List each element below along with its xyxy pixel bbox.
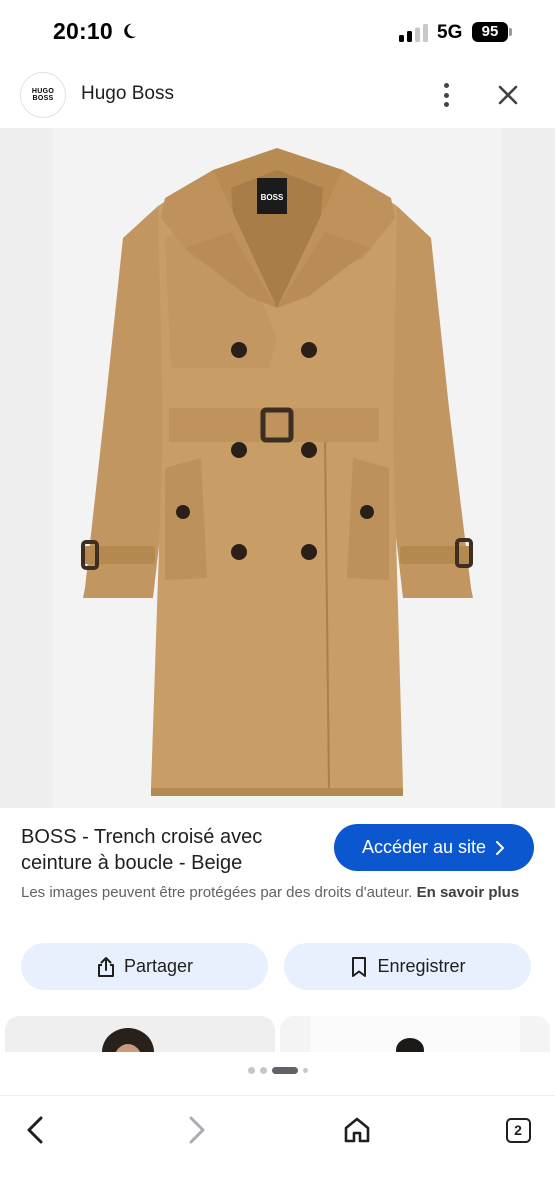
person-photo — [280, 1016, 550, 1054]
tab-count: 2 — [505, 1117, 531, 1143]
save-button[interactable]: Enregistrer — [284, 943, 531, 990]
moon-icon — [124, 23, 137, 39]
forward-button[interactable] — [176, 1110, 216, 1150]
close-icon[interactable] — [494, 81, 522, 109]
battery-icon: 95 — [472, 22, 508, 42]
more-dot — [443, 83, 449, 88]
trench-coat-illustration: BOSS — [81, 148, 473, 796]
chevron-right-icon — [189, 1116, 205, 1144]
home-button[interactable] — [337, 1110, 377, 1150]
header: HUGO BOSS Hugo Boss — [0, 66, 555, 128]
share-icon — [97, 956, 114, 977]
related-images — [0, 1016, 555, 1054]
more-dot — [443, 92, 449, 98]
carousel-indicator — [0, 1064, 555, 1076]
status-bar: 20:10 5G 95 — [0, 0, 555, 66]
bookmark-icon — [352, 956, 367, 977]
copyright-text: Les images peuvent être protégées par de… — [21, 884, 413, 901]
home-icon — [344, 1117, 370, 1143]
logo-line-2: BOSS — [32, 95, 54, 102]
copyright-notice: Les images peuvent être protégées par de… — [21, 882, 536, 903]
product-title[interactable]: BOSS - Trench croisé avec ceinture à bou… — [21, 824, 321, 876]
pager-dot — [302, 1067, 308, 1073]
image-viewer[interactable]: BOSS — [0, 128, 555, 808]
brand-label: BOSS — [261, 193, 284, 202]
pager-dot — [259, 1066, 267, 1074]
share-label: Partager — [123, 956, 194, 976]
related-image-thumbnail[interactable] — [280, 1016, 550, 1054]
network-type: 5G — [437, 22, 463, 43]
more-dot — [443, 102, 449, 107]
logo-line-1: HUGO — [31, 88, 55, 95]
pager-dot-active — [271, 1066, 298, 1074]
site-name[interactable]: Hugo Boss — [81, 83, 174, 105]
share-button[interactable]: Partager — [21, 943, 268, 990]
more-options-button[interactable] — [432, 80, 460, 110]
save-label: Enregistrer — [377, 956, 466, 976]
chevron-right-icon — [496, 840, 505, 855]
site-logo[interactable]: HUGO BOSS — [20, 72, 66, 118]
tabs-button[interactable]: 2 — [498, 1110, 538, 1150]
visit-site-label: Accéder au site — [361, 837, 487, 857]
person-photo — [5, 1016, 275, 1054]
status-time: 20:10 — [53, 18, 113, 44]
learn-more-link[interactable]: En savoir plus — [417, 884, 520, 901]
chevron-left-icon — [27, 1116, 43, 1144]
signal-icon — [399, 24, 428, 42]
visit-site-button[interactable]: Accéder au site — [334, 824, 534, 871]
related-image-thumbnail[interactable] — [5, 1016, 275, 1054]
battery-tip — [509, 28, 512, 36]
back-button[interactable] — [16, 1110, 56, 1150]
product-image[interactable]: BOSS — [53, 128, 502, 808]
bottom-navigation: 2 — [0, 1095, 555, 1200]
pager-dot — [247, 1066, 255, 1074]
